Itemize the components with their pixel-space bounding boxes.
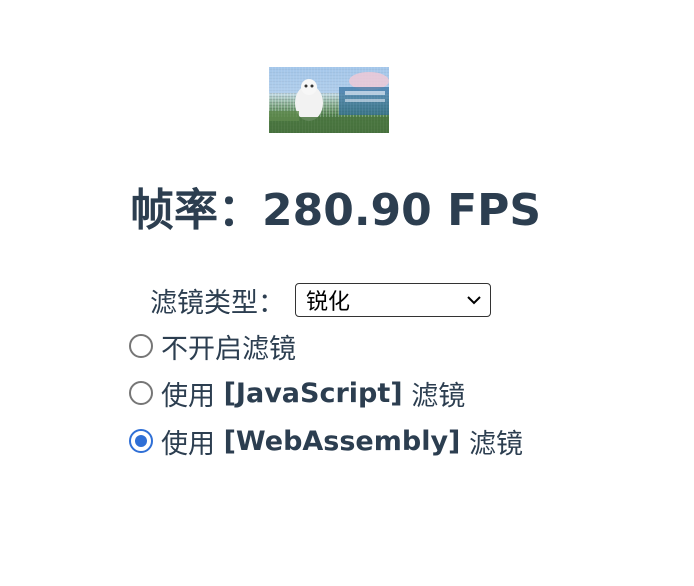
filter-type-label: 滤镜类型： (150, 287, 285, 319)
radio-label-tech: [WebAssembly] (223, 425, 461, 457)
radio-button[interactable] (129, 334, 153, 358)
radio-label-suffix: 滤镜 (411, 380, 466, 412)
fps-label: 帧率： (130, 185, 262, 236)
radio-label-prefix: 使用 (161, 428, 215, 460)
video-preview (269, 67, 389, 133)
radio-button[interactable] (129, 381, 153, 405)
radio-button-checked[interactable] (129, 429, 153, 453)
filter-type-select[interactable]: 锐化 (295, 283, 491, 317)
radio-label-prefix: 使用 (161, 380, 215, 412)
radio-no-filter[interactable]: 不开启滤镜 (129, 324, 296, 368)
radio-dot (135, 435, 147, 447)
filter-type-selected: 锐化 (306, 290, 351, 315)
radio-label-suffix: 滤镜 (469, 428, 523, 460)
radio-javascript-filter[interactable]: 使用 [JavaScript] 滤镜 (129, 371, 465, 415)
filter-type-row: 滤镜类型： 锐化 (150, 281, 491, 319)
video-preview-image (269, 67, 389, 133)
radio-webassembly-filter[interactable]: 使用 [WebAssembly] 滤镜 (129, 419, 523, 463)
radio-label: 不开启滤镜 (161, 333, 296, 365)
fps-display: 帧率：280.90 FPS (130, 183, 541, 239)
radio-label-tech: [JavaScript] (223, 377, 403, 409)
chevron-down-icon (467, 296, 481, 305)
fps-value: 280.90 FPS (262, 185, 542, 236)
